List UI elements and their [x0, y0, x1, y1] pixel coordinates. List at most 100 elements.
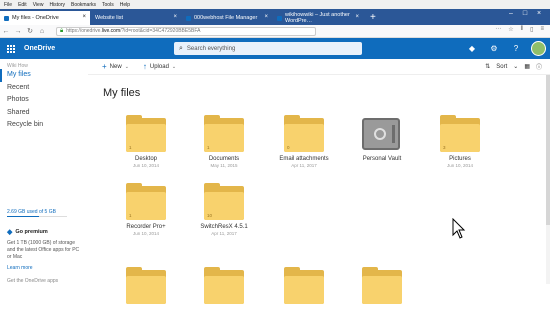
- close-tab-icon[interactable]: ×: [355, 14, 359, 20]
- search-input[interactable]: ⌕ Search everything: [174, 42, 362, 55]
- browser-toolbar-icons: ··· ☆ ⫴ ▯ ≡: [488, 26, 544, 33]
- get-apps-link[interactable]: Get the OneDrive apps: [7, 278, 58, 284]
- sidebar-icon[interactable]: ▯: [530, 26, 533, 33]
- folder-tile-partial[interactable]: [350, 267, 410, 330]
- tab-label: Website list: [95, 15, 124, 21]
- folder-name: Personal Vault: [362, 156, 402, 162]
- sidebar-item-recycle-bin[interactable]: Recycle bin: [0, 119, 88, 132]
- folder-tile-desktop[interactable]: 1 Desktop Jun 10, 2014: [114, 115, 174, 178]
- premium-title: Go premium: [15, 229, 48, 235]
- folder-tile-partial[interactable]: [272, 267, 332, 330]
- learn-more-link[interactable]: Learn more: [7, 265, 33, 271]
- folder-icon: 1: [204, 115, 244, 152]
- folder-icon: 10: [204, 183, 244, 220]
- folder-icon: 1: [126, 183, 166, 220]
- folder-name: Documents: [208, 156, 240, 162]
- folder-name: Recorder Pro+: [126, 224, 166, 230]
- folder-tile-recorder-pro[interactable]: 1 Recorder Pro+ Jun 10, 2014: [114, 183, 174, 246]
- sidebar: Wiki How My files Recent Photos Shared R…: [0, 59, 88, 284]
- folder-date: Apr 11, 2017: [291, 163, 317, 168]
- bookmark-star-icon[interactable]: ☆: [508, 26, 513, 33]
- menu-history[interactable]: History: [49, 2, 65, 8]
- folder-icon: [284, 267, 324, 304]
- menu-edit[interactable]: Edit: [18, 2, 27, 8]
- new-tab-button[interactable]: +: [364, 11, 382, 25]
- menu-tools[interactable]: Tools: [102, 2, 114, 8]
- app-launcher-icon[interactable]: [0, 38, 22, 59]
- folder-icon: [204, 267, 244, 304]
- close-tab-icon[interactable]: ×: [264, 14, 268, 20]
- upload-button[interactable]: ↑ Upload ⌄: [143, 62, 176, 71]
- scrollbar[interactable]: [546, 75, 550, 284]
- chevron-down-icon[interactable]: ⌄: [513, 63, 518, 70]
- tab-wordpress[interactable]: wikihowwiki – Just another WordPre… ×: [273, 11, 363, 25]
- tab-label: 000webhost File Manager: [194, 15, 258, 21]
- back-icon[interactable]: ←: [0, 28, 12, 35]
- sidebar-item-my-files[interactable]: My files: [0, 69, 88, 82]
- header-actions: ◆ ⚙ ?: [461, 38, 550, 59]
- storage-bar: [7, 216, 67, 217]
- browser-tabbar: My files - OneDrive × Website list × 000…: [0, 9, 550, 25]
- storage-usage-link[interactable]: 2.69 GB used of 5 GB: [7, 209, 56, 215]
- menu-file[interactable]: File: [4, 2, 12, 8]
- folder-date: May 11, 2015: [210, 163, 238, 168]
- url-prefix: https://onedrive.: [66, 28, 102, 34]
- onedrive-brand[interactable]: OneDrive: [24, 45, 55, 52]
- info-icon[interactable]: ⓘ: [536, 62, 542, 71]
- folder-icon: [126, 267, 166, 304]
- folder-date: Apr 11, 2017: [211, 231, 237, 236]
- new-label: New: [109, 63, 122, 70]
- minimize-icon[interactable]: –: [504, 10, 518, 17]
- upload-arrow-icon: ↑: [142, 62, 147, 71]
- view-controls: ⇅ Sort ⌄ ▦ ⓘ: [479, 59, 542, 74]
- folder-tile-documents[interactable]: 1 Documents May 11, 2015: [192, 115, 252, 178]
- sidebar-item-photos[interactable]: Photos: [0, 94, 88, 107]
- divider: [88, 74, 550, 75]
- new-button[interactable]: + New ⌄: [102, 62, 129, 71]
- maximize-icon[interactable]: □: [518, 10, 532, 17]
- url-bar[interactable]: 🔒︎ https://onedrive. live.com/?id=root&ci…: [56, 26, 316, 36]
- close-tab-icon[interactable]: ×: [173, 14, 177, 20]
- tab-website-list[interactable]: Website list ×: [91, 11, 181, 25]
- sort-icon[interactable]: ⇅: [485, 63, 490, 70]
- avatar[interactable]: [531, 41, 546, 56]
- help-icon[interactable]: ?: [505, 44, 527, 53]
- lock-icon: 🔒︎: [60, 27, 64, 34]
- folder-tile-partial[interactable]: [192, 267, 252, 330]
- premium-diamond-icon: ◆: [7, 229, 13, 236]
- upload-label: Upload: [149, 63, 169, 70]
- premium-diamond-icon[interactable]: ◆: [461, 44, 483, 53]
- folder-name: SwitchResX 4.5.1: [200, 224, 248, 230]
- more-icon[interactable]: ···: [495, 26, 501, 33]
- folder-tile-pictures[interactable]: 3 Pictures Jun 10, 2014: [428, 115, 488, 178]
- tab-onedrive[interactable]: My files - OneDrive ×: [0, 11, 90, 25]
- close-window-icon[interactable]: ×: [532, 10, 546, 17]
- folder-icon: 0: [284, 115, 324, 152]
- sidebar-item-recent[interactable]: Recent: [0, 82, 88, 95]
- go-premium-link[interactable]: ◆ Go premium: [7, 228, 48, 236]
- menu-view[interactable]: View: [33, 2, 44, 8]
- forward-icon[interactable]: →: [12, 28, 24, 35]
- tab-label: My files - OneDrive: [12, 15, 59, 21]
- menu-help[interactable]: Help: [120, 2, 130, 8]
- sort-label[interactable]: Sort: [496, 64, 507, 70]
- home-icon[interactable]: ⌂: [36, 28, 48, 35]
- folder-tile-partial[interactable]: [114, 267, 174, 330]
- sidebar-item-shared[interactable]: Shared: [0, 107, 88, 120]
- menu-icon[interactable]: ≡: [540, 26, 544, 33]
- settings-gear-icon[interactable]: ⚙: [483, 44, 505, 53]
- webhost-favicon-icon: [186, 15, 191, 21]
- library-icon[interactable]: ⫴: [521, 26, 524, 33]
- close-tab-icon[interactable]: ×: [82, 14, 86, 20]
- tab-file-manager[interactable]: 000webhost File Manager ×: [182, 11, 272, 25]
- search-icon: ⌕: [179, 44, 183, 52]
- folder-tile-switchresx[interactable]: 10 SwitchResX 4.5.1 Apr 11, 2017: [192, 183, 252, 246]
- reload-icon[interactable]: ↻: [24, 27, 36, 35]
- tiles-view-icon[interactable]: ▦: [524, 63, 530, 70]
- menu-bookmarks[interactable]: Bookmarks: [71, 2, 96, 8]
- browser-menubar: File Edit View History Bookmarks Tools H…: [0, 0, 550, 9]
- folder-tile-email-attachments[interactable]: 0 Email attachments Apr 11, 2017: [272, 115, 332, 178]
- page-title: My files: [103, 87, 141, 99]
- folder-tile-personal-vault[interactable]: Personal Vault: [350, 118, 410, 178]
- folder-date: Jun 10, 2014: [132, 163, 160, 168]
